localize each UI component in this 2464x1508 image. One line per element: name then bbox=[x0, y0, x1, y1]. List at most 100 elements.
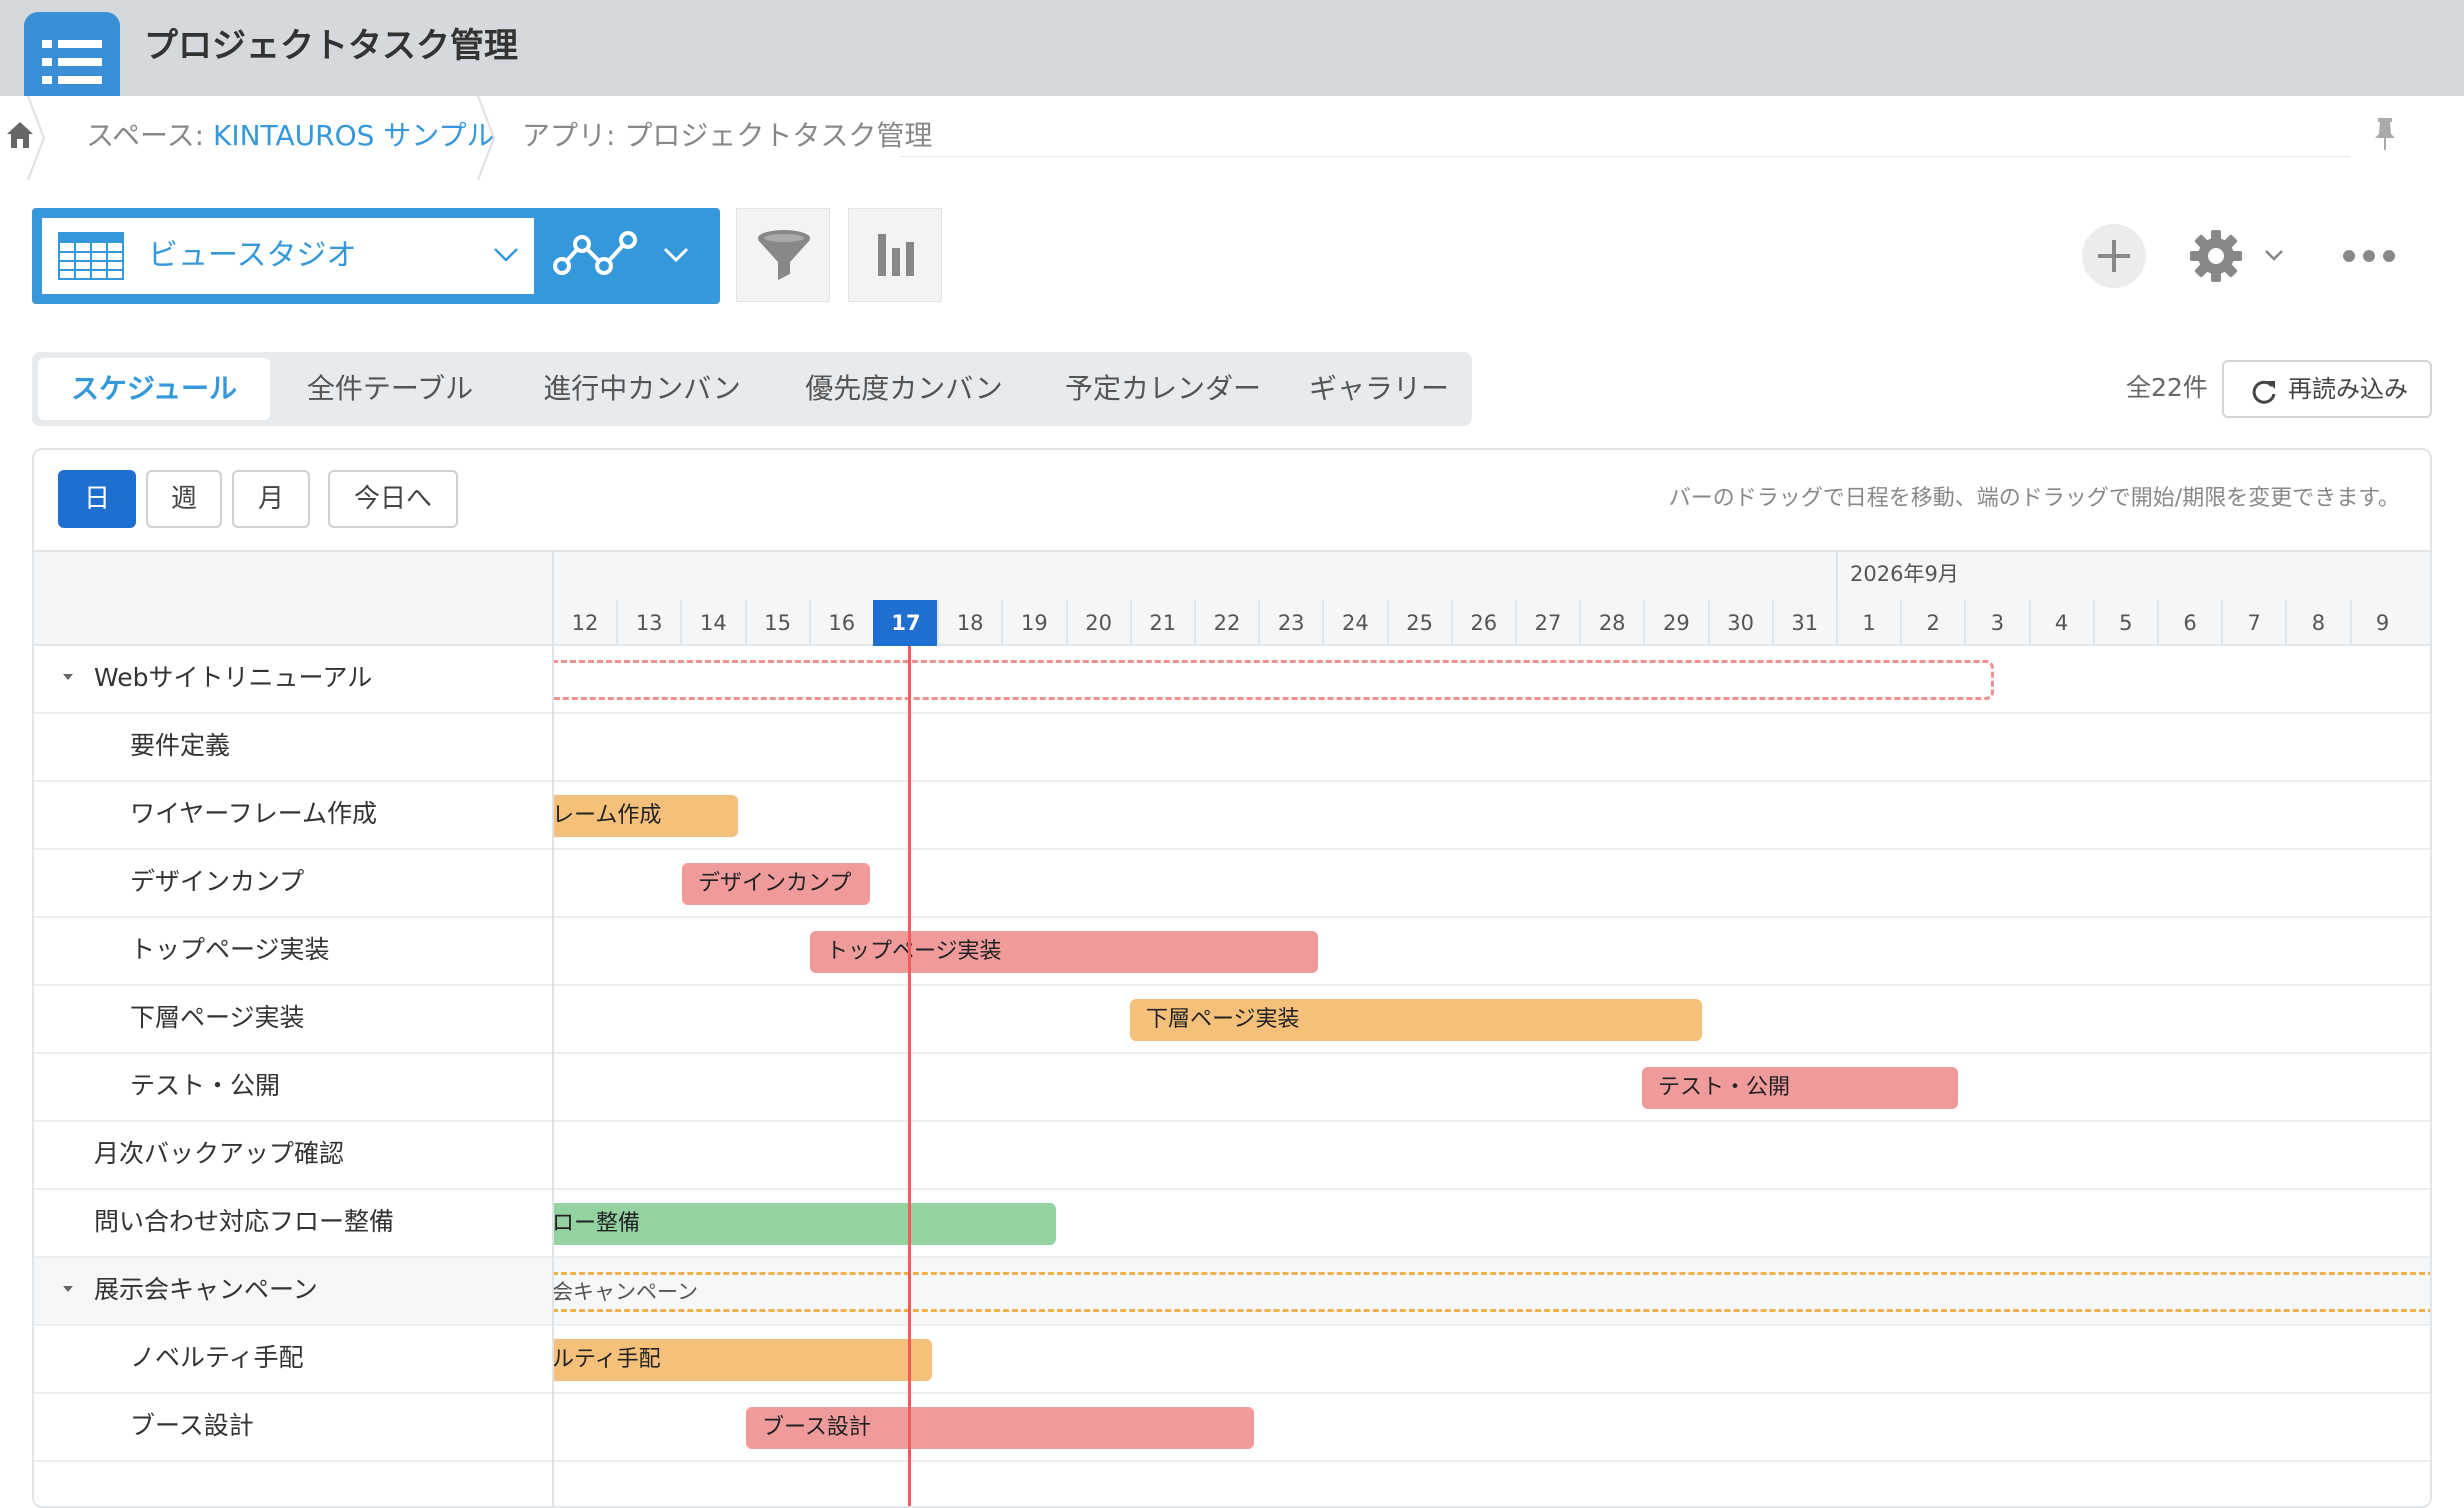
filter-button[interactable] bbox=[736, 208, 830, 302]
day-cell: 29 bbox=[1643, 600, 1707, 646]
gantt-task-row: 問い合わせ対応フロー整備 ロー整備 bbox=[34, 1190, 2430, 1258]
gantt-task-row: ワイヤーフレーム作成 レーム作成 bbox=[34, 782, 2430, 850]
grid-icon bbox=[58, 232, 124, 280]
day-cell: 16 bbox=[808, 600, 873, 646]
tab-in-progress-kanban[interactable]: 進行中カンバン bbox=[512, 358, 772, 420]
collapse-toggle-icon[interactable] bbox=[60, 1282, 76, 1296]
gantt-task-row: ブース設計 ブース設計 bbox=[34, 1394, 2430, 1462]
scale-week-button[interactable]: 週 bbox=[146, 470, 222, 528]
day-cell: 22 bbox=[1194, 600, 1258, 646]
task-bar[interactable]: ブース設計 bbox=[746, 1407, 1254, 1449]
add-record-button[interactable] bbox=[2082, 224, 2146, 288]
gantt-task-row: 要件定義 bbox=[34, 714, 2430, 782]
view-name: ビュースタジオ bbox=[148, 238, 357, 273]
tab-schedule[interactable]: スケジュール bbox=[38, 358, 270, 420]
chevron-down-icon[interactable] bbox=[2264, 248, 2284, 262]
reload-icon bbox=[2252, 380, 2276, 404]
gantt-task-row: 月次バックアップ確認 bbox=[34, 1122, 2430, 1190]
gantt-task-row: ノベルティ手配 ルティ手配 bbox=[34, 1326, 2430, 1394]
tab-calendar[interactable]: 予定カレンダー bbox=[1036, 358, 1290, 420]
day-cell-today: 17 bbox=[873, 600, 937, 646]
day-cell: 9 bbox=[2349, 600, 2414, 646]
gantt-task-row: 下層ページ実装 下層ページ実装 bbox=[34, 986, 2430, 1054]
view-selector[interactable]: ビュースタジオ bbox=[32, 208, 720, 304]
task-label[interactable]: 要件定義 bbox=[130, 726, 230, 766]
breadcrumb-underline bbox=[900, 156, 2350, 157]
view-dropdown[interactable]: ビュースタジオ bbox=[42, 218, 534, 294]
reload-button[interactable]: 再読み込み bbox=[2222, 360, 2432, 418]
collapse-toggle-icon[interactable] bbox=[60, 670, 76, 684]
gantt-group-row: 展示会キャンペーン 会キャンペーン bbox=[34, 1258, 2430, 1326]
day-cell: 30 bbox=[1707, 600, 1772, 646]
day-cell: 21 bbox=[1129, 600, 1194, 646]
day-cell: 24 bbox=[1322, 600, 1386, 646]
group-summary-bar[interactable] bbox=[552, 660, 1994, 700]
task-bar[interactable]: テスト・公開 bbox=[1642, 1067, 1958, 1109]
task-label[interactable]: デザインカンプ bbox=[130, 862, 304, 902]
today-button[interactable]: 今日へ bbox=[328, 470, 458, 528]
tab-priority-kanban[interactable]: 優先度カンバン bbox=[774, 358, 1034, 420]
tab-gallery[interactable]: ギャラリー bbox=[1294, 358, 1464, 420]
group-summary-bar[interactable]: 会キャンペーン bbox=[552, 1272, 2430, 1312]
graph-button[interactable] bbox=[848, 208, 942, 302]
day-cell: 13 bbox=[616, 600, 680, 646]
pin-icon[interactable] bbox=[2370, 116, 2400, 152]
graph-icon[interactable] bbox=[552, 226, 638, 284]
day-cell: 1 bbox=[1836, 600, 1900, 646]
gantt-task-row: デザインカンプ デザインカンプ bbox=[34, 850, 2430, 918]
group-label[interactable]: Webサイトリニューアル bbox=[94, 658, 372, 698]
day-cell: 5 bbox=[2092, 600, 2157, 646]
day-cell: 15 bbox=[744, 600, 809, 646]
day-cell: 31 bbox=[1771, 600, 1836, 646]
bar-chart-icon bbox=[878, 234, 914, 276]
task-bar[interactable]: デザインカンプ bbox=[682, 863, 870, 905]
task-bar[interactable]: 下層ページ実装 bbox=[1130, 999, 1702, 1041]
month-divider bbox=[1836, 552, 1838, 600]
breadcrumb-app: アプリ: プロジェクトタスク管理 bbox=[522, 119, 933, 152]
task-bar[interactable]: ロー整備 bbox=[552, 1203, 1056, 1245]
day-cell: 18 bbox=[937, 600, 1001, 646]
drag-hint: バーのドラッグで日程を移動、端のドラッグで開始/期限を変更できます。 bbox=[1668, 486, 2400, 511]
day-cell: 8 bbox=[2285, 600, 2349, 646]
gantt-panel: 日 週 月 今日へ バーのドラッグで日程を移動、端のドラッグで開始/期限を変更で… bbox=[32, 448, 2432, 1508]
breadcrumb-space[interactable]: スペース: KINTAUROS サンプル bbox=[86, 116, 494, 156]
breadcrumb: スペース: KINTAUROS サンプル アプリ: プロジェクトタスク管理 bbox=[0, 96, 2464, 180]
label-column-divider bbox=[552, 550, 554, 1506]
day-cell: 12 bbox=[552, 600, 616, 646]
task-label[interactable]: ワイヤーフレーム作成 bbox=[130, 794, 377, 834]
filter-icon bbox=[758, 230, 810, 280]
day-cell: 3 bbox=[1964, 600, 2028, 646]
chevron-down-icon[interactable] bbox=[662, 244, 690, 264]
month-label: 2026年9月 bbox=[1850, 562, 1959, 586]
task-bar[interactable]: トップページ実装 bbox=[810, 931, 1318, 973]
breadcrumb-space-link[interactable]: KINTAUROS サンプル bbox=[213, 119, 494, 152]
task-label[interactable]: 下層ページ実装 bbox=[130, 998, 305, 1038]
task-label[interactable]: テスト・公開 bbox=[130, 1066, 280, 1106]
day-cell: 20 bbox=[1065, 600, 1130, 646]
gear-icon[interactable] bbox=[2188, 228, 2244, 284]
total-count: 全22件 bbox=[2126, 373, 2208, 402]
task-bar[interactable]: レーム作成 bbox=[552, 795, 738, 837]
day-cell: 14 bbox=[680, 600, 744, 646]
plus-icon bbox=[2098, 240, 2130, 272]
app-header: プロジェクトタスク管理 bbox=[0, 0, 2464, 96]
day-cell: 2 bbox=[1900, 600, 1964, 646]
view-tabs: スケジュール 全件テーブル 進行中カンバン 優先度カンバン 予定カレンダー ギャ… bbox=[32, 352, 1472, 426]
day-cell: 6 bbox=[2157, 600, 2221, 646]
tab-all-table[interactable]: 全件テーブル bbox=[274, 358, 506, 420]
more-icon[interactable] bbox=[2342, 246, 2396, 266]
day-cell: 19 bbox=[1001, 600, 1065, 646]
reload-label: 再読み込み bbox=[2288, 375, 2408, 403]
group-label[interactable]: 展示会キャンペーン bbox=[94, 1270, 318, 1310]
task-bar[interactable]: ルティ手配 bbox=[552, 1339, 932, 1381]
task-label[interactable]: 月次バックアップ確認 bbox=[94, 1134, 344, 1174]
task-label[interactable]: ブース設計 bbox=[130, 1406, 254, 1446]
task-label[interactable]: 問い合わせ対応フロー整備 bbox=[94, 1202, 394, 1242]
scale-day-button[interactable]: 日 bbox=[58, 470, 136, 528]
chevron-down-icon bbox=[494, 248, 518, 262]
day-cell: 25 bbox=[1386, 600, 1451, 646]
task-label[interactable]: トップページ実装 bbox=[130, 930, 330, 970]
today-line bbox=[908, 646, 911, 1506]
scale-month-button[interactable]: 月 bbox=[232, 470, 310, 528]
task-label[interactable]: ノベルティ手配 bbox=[130, 1338, 304, 1378]
